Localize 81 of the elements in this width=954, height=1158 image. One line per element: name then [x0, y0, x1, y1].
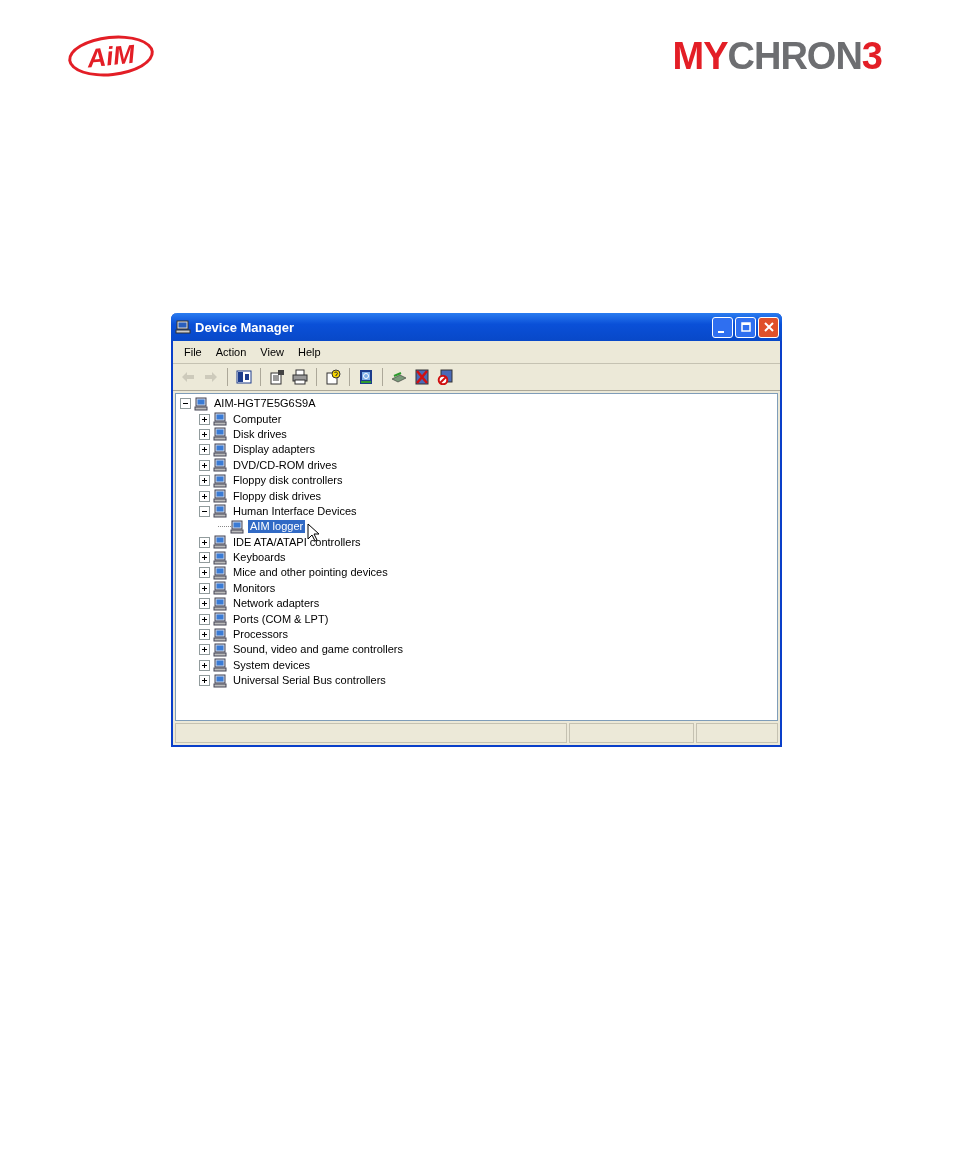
device-icon	[212, 503, 228, 520]
device-icon	[212, 534, 228, 551]
close-button[interactable]	[758, 316, 779, 338]
device-icon	[212, 549, 228, 566]
disable-icon	[437, 369, 453, 385]
device-icon	[212, 488, 228, 505]
device-icon	[229, 518, 245, 535]
device-icon	[212, 611, 228, 628]
maximize-icon	[740, 322, 751, 332]
collapse-icon[interactable]	[199, 505, 210, 517]
print-button[interactable]	[289, 366, 311, 388]
expand-icon[interactable]	[199, 413, 210, 425]
expand-icon[interactable]	[199, 659, 210, 671]
collapse-icon[interactable]	[180, 398, 191, 410]
logo-letters: 3	[861, 35, 882, 77]
device-icon	[212, 580, 228, 597]
expand-icon[interactable]	[199, 459, 210, 471]
expand-icon[interactable]	[199, 675, 210, 687]
uninstall-icon	[414, 369, 430, 385]
tree-item[interactable]: IDE ATA/ATAPI controllers	[231, 535, 363, 549]
device-icon	[212, 472, 228, 489]
close-icon	[763, 322, 774, 332]
expand-icon[interactable]	[199, 567, 210, 579]
tree-item[interactable]: Processors	[231, 628, 291, 642]
device-icon	[212, 626, 228, 643]
tree-item[interactable]: Disk drives	[231, 427, 289, 441]
expand-icon[interactable]	[199, 598, 210, 610]
expand-icon[interactable]	[199, 475, 210, 487]
tree-item[interactable]: Keyboards	[231, 551, 288, 565]
tree-item[interactable]: Human Interface Devices	[231, 504, 359, 518]
expand-icon[interactable]	[199, 428, 210, 440]
expand-icon[interactable]	[199, 536, 210, 548]
device-icon	[212, 641, 228, 658]
expand-icon[interactable]	[199, 613, 210, 625]
device-icon	[212, 565, 228, 581]
help-icon	[325, 369, 341, 385]
menu-item[interactable]: View	[253, 345, 291, 359]
tree-icon	[236, 369, 252, 385]
window-title: Device Manager	[195, 319, 295, 335]
expand-icon[interactable]	[199, 629, 210, 641]
device-icon	[212, 457, 228, 474]
menu-item[interactable]: Action	[208, 345, 254, 359]
expand-icon[interactable]	[199, 644, 210, 656]
tree-item[interactable]: Mice and other pointing devices	[231, 566, 390, 580]
tree-item[interactable]: Sound, video and game controllers	[231, 643, 405, 657]
expand-icon[interactable]	[199, 582, 210, 594]
expand-icon[interactable]	[199, 490, 210, 502]
tree-item[interactable]: Network adapters	[231, 597, 322, 611]
device-icon	[212, 411, 228, 428]
computer-icon	[175, 319, 191, 335]
device-icon	[212, 595, 228, 612]
update-icon	[391, 369, 407, 385]
tree-item[interactable]: System devices	[231, 658, 313, 672]
properties-icon	[269, 369, 285, 385]
maximize-button[interactable]	[735, 316, 756, 338]
expand-icon[interactable]	[199, 552, 210, 564]
tree-item[interactable]: Floppy disk controllers	[231, 474, 345, 488]
tree-item[interactable]: Universal Serial Bus controllers	[231, 674, 388, 688]
tree-item[interactable]: Ports (COM & LPT)	[231, 612, 331, 626]
tree-item[interactable]: DVD/CD-ROM drives	[231, 458, 339, 472]
scan-icon	[358, 369, 374, 385]
tree-item[interactable]: Monitors	[231, 581, 278, 595]
logo-letters: CHRON	[727, 35, 862, 77]
device-icon	[212, 441, 228, 458]
tree-item[interactable]: Floppy disk drives	[231, 489, 324, 503]
device-icon	[212, 672, 228, 689]
menu-item[interactable]: File	[177, 345, 209, 359]
tree-item[interactable]: AIM logger	[248, 520, 306, 534]
device-icon	[212, 426, 228, 443]
tree-item[interactable]: AIM-HGT7E5G6S9A	[212, 397, 318, 411]
minimize-button[interactable]	[712, 316, 733, 338]
print-icon	[292, 369, 308, 385]
right-arrow-icon	[203, 369, 219, 385]
expand-icon[interactable]	[199, 444, 210, 456]
tree-item[interactable]: Display adapters	[231, 443, 317, 457]
minimize-icon	[717, 331, 724, 333]
tree-item[interactable]: Computer	[231, 412, 284, 426]
device-icon	[193, 395, 209, 412]
logo-letters: MY	[672, 35, 728, 77]
menu-item[interactable]: Help	[290, 345, 328, 359]
device-icon	[212, 657, 228, 674]
